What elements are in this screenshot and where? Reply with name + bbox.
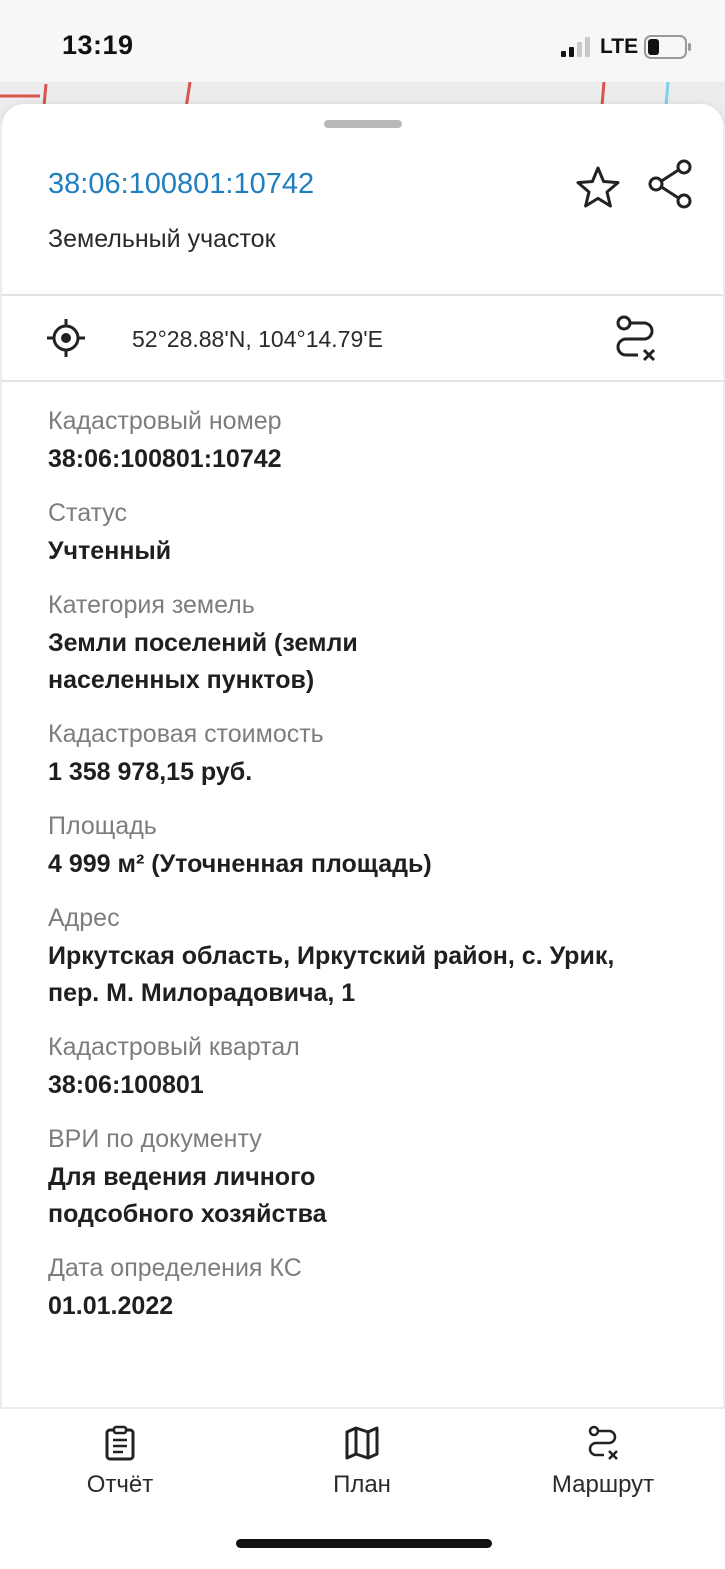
field-label: Адрес xyxy=(48,904,120,932)
tab-plan[interactable]: План xyxy=(262,1425,462,1515)
field-status: Статус Учтенный xyxy=(48,496,688,570)
signal-icon xyxy=(561,37,590,57)
field-cadastral-quarter: Кадастровый квартал 38:06:100801 xyxy=(48,1030,688,1104)
field-label: Кадастровый номер xyxy=(48,407,282,435)
field-value: Земли поселений (земли населенных пункто… xyxy=(48,629,358,694)
field-value: Учтенный xyxy=(48,537,172,565)
object-info-sheet: 38:06:100801:10742 Земельный участок 52°… xyxy=(2,104,723,1569)
field-value[interactable]: 38:06:100801 xyxy=(48,1067,688,1104)
divider xyxy=(2,294,723,296)
field-value: 4 999 м² (Уточненная площадь) xyxy=(48,850,432,878)
drag-handle[interactable] xyxy=(324,120,402,128)
field-address: Адрес Иркутская область, Иркутский район… xyxy=(48,901,688,1012)
field-label: Дата определения КС xyxy=(48,1254,302,1282)
field-label: Кадастровый квартал xyxy=(48,1033,300,1061)
field-label: Площадь xyxy=(48,812,157,840)
field-cadastral-value: Кадастровая стоимость 1 358 978,15 руб. xyxy=(48,717,688,791)
field-value: 38:06:100801:10742 xyxy=(48,445,282,473)
network-label: LTE xyxy=(600,35,639,58)
field-permitted-use: ВРИ по документу Для ведения личного под… xyxy=(48,1122,688,1233)
field-value: Иркутская область, Иркутский район, с. У… xyxy=(48,942,615,1007)
route-icon[interactable] xyxy=(612,314,660,364)
field-value: 01.01.2022 xyxy=(48,1292,174,1320)
divider xyxy=(2,380,723,382)
field-label: Статус xyxy=(48,499,128,527)
tab-route[interactable]: Маршрут xyxy=(503,1425,703,1515)
field-cadastral-number: Кадастровый номер 38:06:100801:10742 xyxy=(48,404,688,478)
tab-label: Маршрут xyxy=(551,1471,655,1498)
field-area: Площадь 4 999 м² (Уточненная площадь) xyxy=(48,809,688,883)
field-label: Категория земель xyxy=(48,591,255,619)
field-valuation-date: Дата определения КС 01.01.2022 xyxy=(48,1251,688,1325)
field-label: ВРИ по документу xyxy=(48,1125,262,1153)
coordinates-row: 52°28.88'N, 104°14.79'E xyxy=(2,298,723,380)
field-land-category: Категория земель Земли поселений (земли … xyxy=(48,588,688,699)
field-value: Для ведения личного подсобного хозяйства xyxy=(48,1163,327,1228)
locate-icon[interactable] xyxy=(46,318,86,358)
map-icon xyxy=(345,1426,379,1460)
home-indicator[interactable] xyxy=(236,1539,492,1548)
star-icon[interactable] xyxy=(574,164,622,212)
status-bar: 13:19 LTE xyxy=(0,0,725,90)
route-icon xyxy=(588,1425,618,1460)
tab-label: План xyxy=(333,1471,391,1498)
header-cadastral-number[interactable]: 38:06:100801:10742 xyxy=(48,168,314,201)
header-object-type: Земельный участок xyxy=(48,225,276,253)
tab-label: Отчёт xyxy=(86,1471,154,1498)
bottom-tab-bar: Отчёт План Маршрут xyxy=(0,1407,725,1569)
field-value: 1 358 978,15 руб. xyxy=(48,758,253,786)
screen: 13:19 LTE 38:06:100801:10742 Земельный у… xyxy=(0,0,725,1569)
battery-icon xyxy=(644,35,691,59)
tab-report[interactable]: Отчёт xyxy=(20,1425,220,1515)
share-icon[interactable] xyxy=(646,158,694,210)
coordinates-text[interactable]: 52°28.88'N, 104°14.79'E xyxy=(132,326,383,353)
status-time: 13:19 xyxy=(62,30,134,60)
property-fields: Кадастровый номер 38:06:100801:10742 Ста… xyxy=(48,404,688,1343)
report-icon xyxy=(105,1425,135,1461)
field-label: Кадастровая стоимость xyxy=(48,720,324,748)
